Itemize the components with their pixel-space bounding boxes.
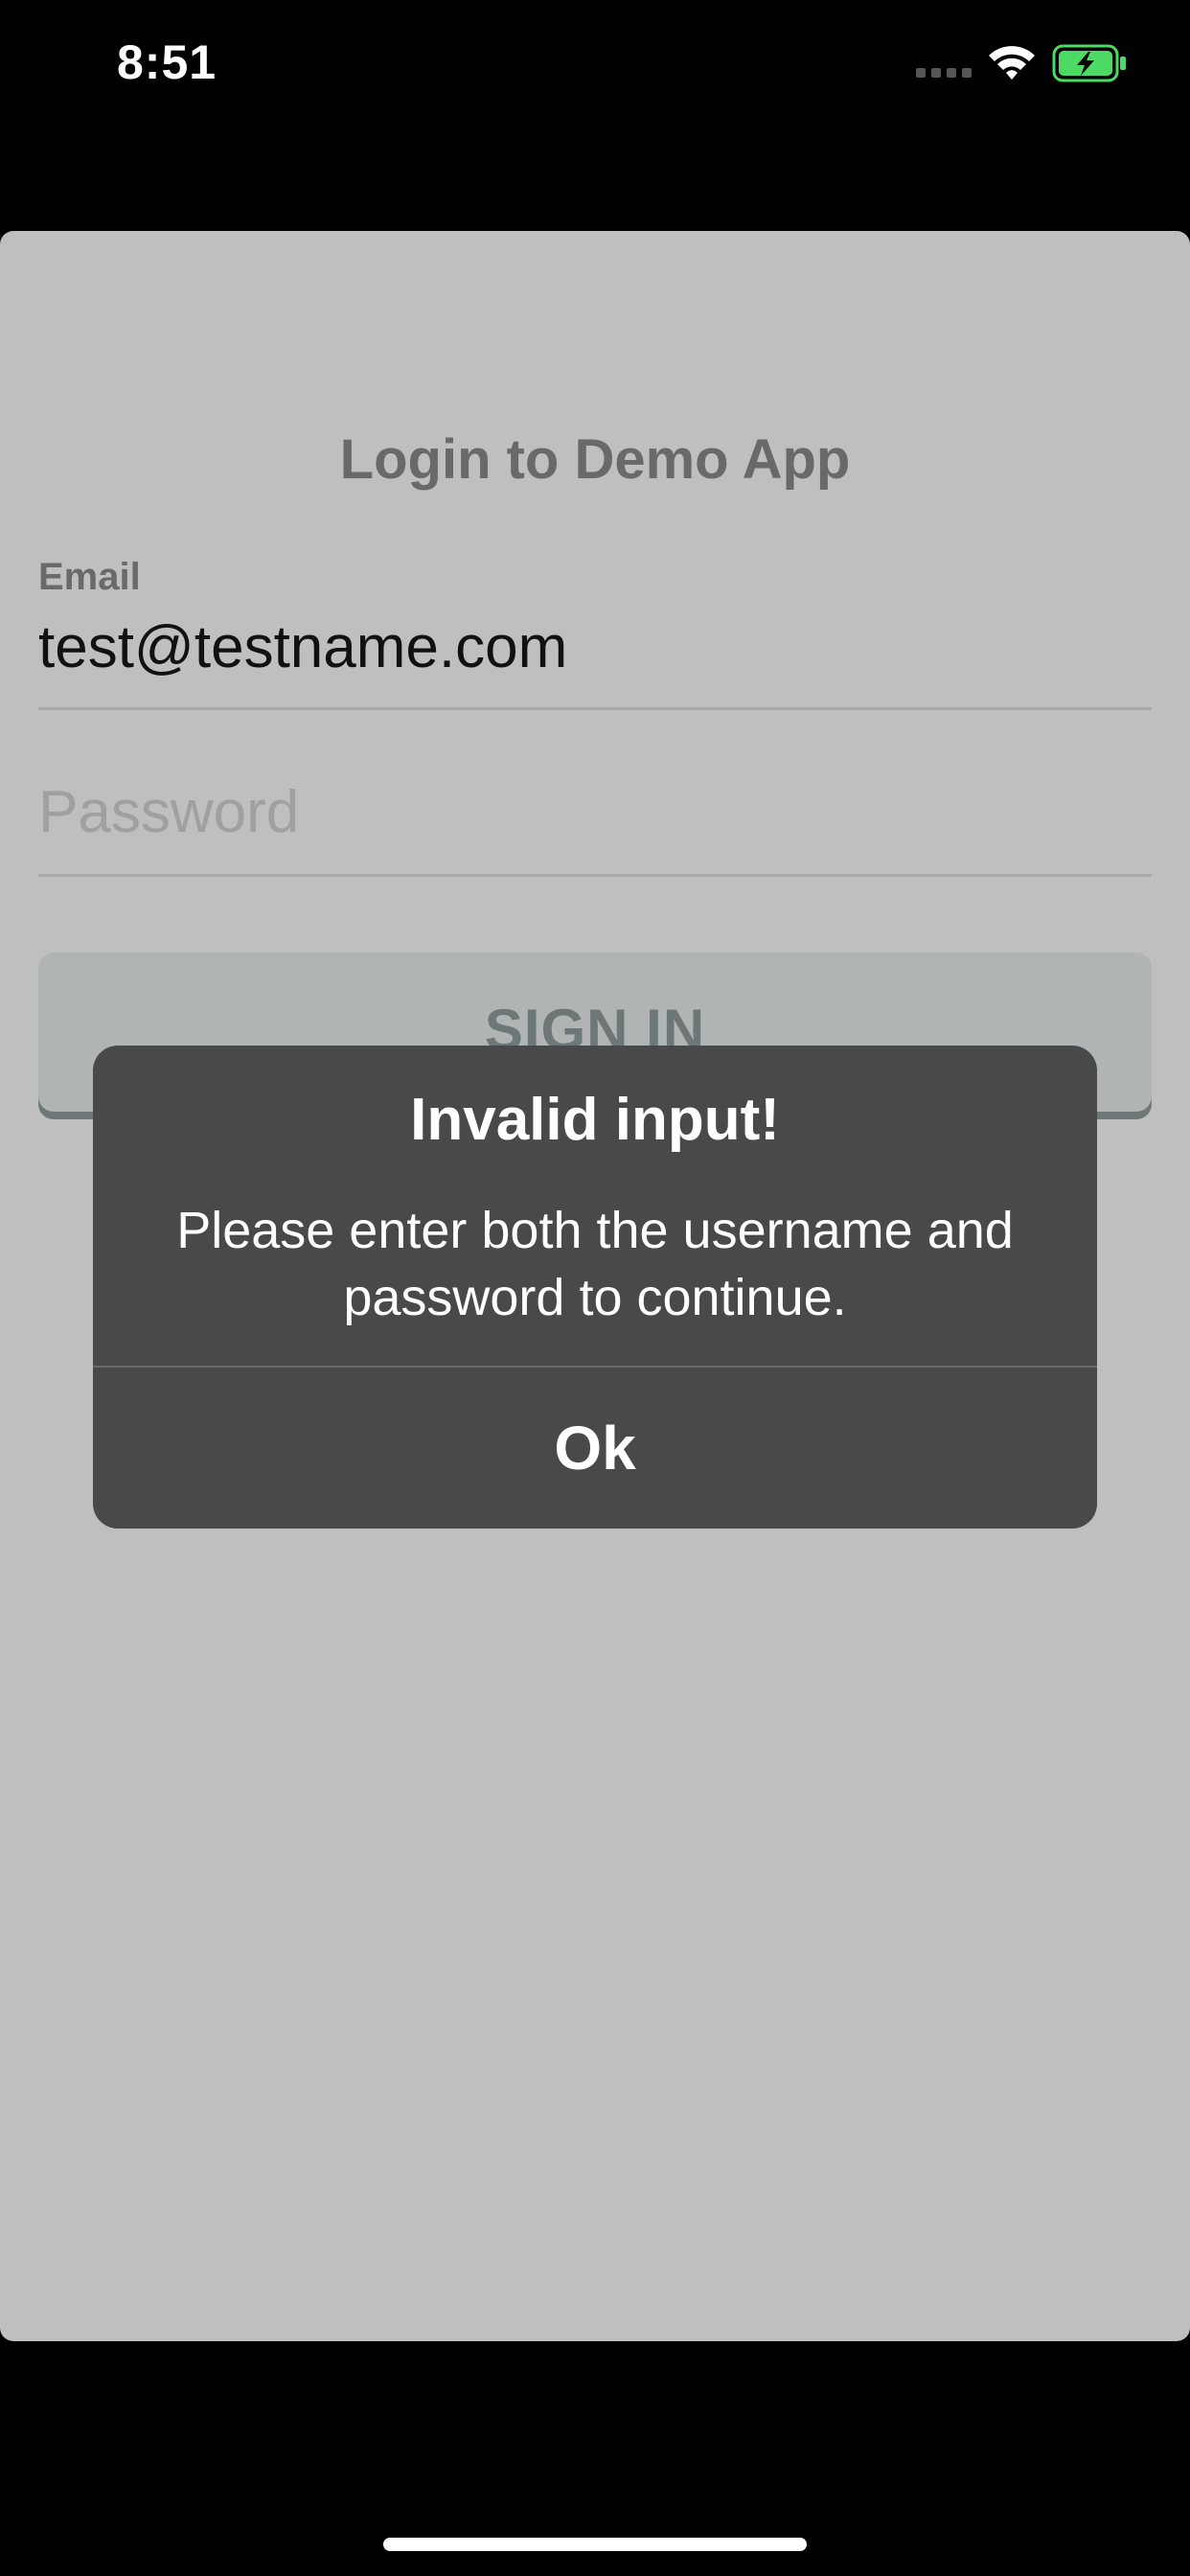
alert-ok-button[interactable]: Ok xyxy=(93,1368,1097,1529)
battery-charging-icon xyxy=(1052,44,1126,82)
home-indicator[interactable] xyxy=(383,2538,807,2551)
alert-message: Please enter both the username and passw… xyxy=(176,1202,1014,1326)
email-label: Email xyxy=(38,556,141,598)
email-field[interactable]: test@testname.com xyxy=(38,613,567,681)
status-time: 8:51 xyxy=(117,35,217,89)
email-underline xyxy=(38,707,1152,710)
status-bar: 8:51 xyxy=(0,0,1190,134)
signal-icon xyxy=(916,68,972,78)
page-title: Login to Demo App xyxy=(339,428,851,491)
password-field[interactable]: Password xyxy=(38,778,299,846)
alert-dialog: Invalid input! Please enter both the use… xyxy=(93,1046,1097,1529)
app-screen: 8:51 Login to Demo App Email test@testna… xyxy=(0,0,1190,2576)
wifi-icon xyxy=(989,46,1035,80)
password-underline xyxy=(38,874,1152,877)
alert-title: Invalid input! xyxy=(410,1087,780,1153)
